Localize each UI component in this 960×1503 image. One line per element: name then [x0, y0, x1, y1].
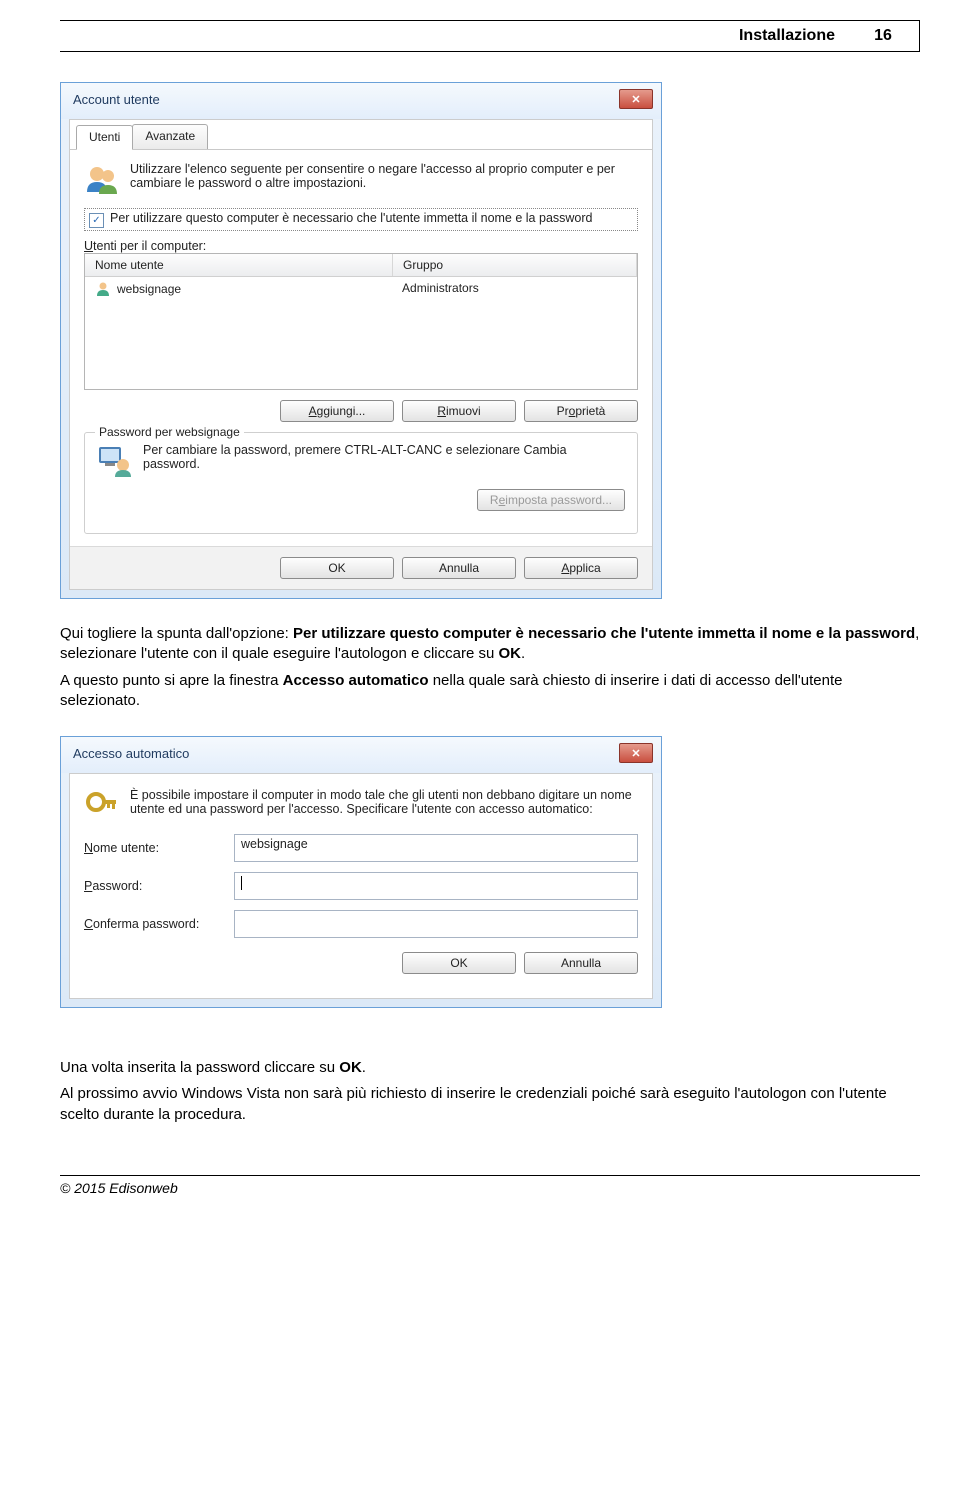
dialog-intro-text: Utilizzare l'elenco seguente per consent…: [130, 162, 638, 190]
confirm-password-input[interactable]: [234, 910, 638, 938]
remove-button[interactable]: Rimuovi: [402, 400, 516, 422]
user-row-name: websignage: [117, 282, 181, 296]
checkbox-label: Per utilizzare questo computer è necessa…: [110, 211, 592, 225]
paragraph-2: A questo punto si apre la finestra Acces…: [60, 671, 920, 712]
dialog-title: Account utente: [73, 92, 160, 107]
dialog2-title: Accesso automatico: [73, 746, 189, 761]
paragraph-4: Al prossimo avvio Windows Vista non sarà…: [60, 1084, 920, 1125]
footer-copyright: © 2015 Edisonweb: [60, 1180, 920, 1216]
monitor-user-icon: [97, 443, 133, 479]
key-icon: [84, 788, 120, 824]
user-row-group: Administrators: [392, 279, 637, 299]
paragraph-1: Qui togliere la spunta dall'opzione: Per…: [60, 624, 920, 665]
close-icon[interactable]: ✕: [619, 89, 653, 109]
column-header-group[interactable]: Gruppo: [393, 254, 637, 276]
add-button[interactable]: Aggiungi...: [280, 400, 394, 422]
label-password: Password:: [84, 879, 234, 893]
tab-advanced[interactable]: Avanzate: [132, 124, 208, 149]
page-number: 16: [847, 20, 920, 52]
user-accounts-dialog: Account utente ✕ Utenti Avanzate Utilizz…: [60, 82, 662, 599]
close-icon[interactable]: ✕: [619, 743, 653, 763]
users-icon: [84, 162, 120, 198]
password-groupbox: Password per websignage Per cambiare la …: [84, 432, 638, 534]
auto-access-dialog: Accesso automatico ✕ È possibile imposta…: [60, 736, 662, 1008]
cancel-button[interactable]: Annulla: [402, 557, 516, 579]
groupbox-text: Per cambiare la password, premere CTRL-A…: [143, 443, 625, 471]
checkbox-icon[interactable]: ✓: [89, 213, 104, 228]
username-input[interactable]: websignage: [234, 834, 638, 862]
reset-password-button: Reimposta password...: [477, 489, 625, 511]
password-input[interactable]: [234, 872, 638, 900]
properties-button[interactable]: Proprietà: [524, 400, 638, 422]
page-header-title: Installazione: [60, 20, 847, 52]
dialog2-intro: È possibile impostare il computer in mod…: [130, 788, 638, 816]
label-username: Nome utente:: [84, 841, 234, 855]
tab-users[interactable]: Utenti: [76, 125, 133, 150]
groupbox-title: Password per websignage: [95, 425, 244, 439]
apply-button[interactable]: Applica: [524, 557, 638, 579]
cancel-button[interactable]: Annulla: [524, 952, 638, 974]
label-confirm: Conferma password:: [84, 917, 234, 931]
users-listview[interactable]: Nome utente Gruppo websignage Administra…: [84, 253, 638, 390]
user-row-icon: [95, 281, 111, 297]
ok-button[interactable]: OK: [402, 952, 516, 974]
paragraph-3: Una volta inserita la password cliccare …: [60, 1058, 920, 1078]
require-login-checkbox-row[interactable]: ✓ Per utilizzare questo computer è neces…: [84, 208, 638, 231]
column-header-name[interactable]: Nome utente: [85, 254, 393, 276]
table-row[interactable]: websignage Administrators: [85, 277, 637, 301]
footer-divider: [60, 1175, 920, 1176]
ok-button[interactable]: OK: [280, 557, 394, 579]
users-list-label: Utenti per il computer:: [84, 239, 638, 253]
